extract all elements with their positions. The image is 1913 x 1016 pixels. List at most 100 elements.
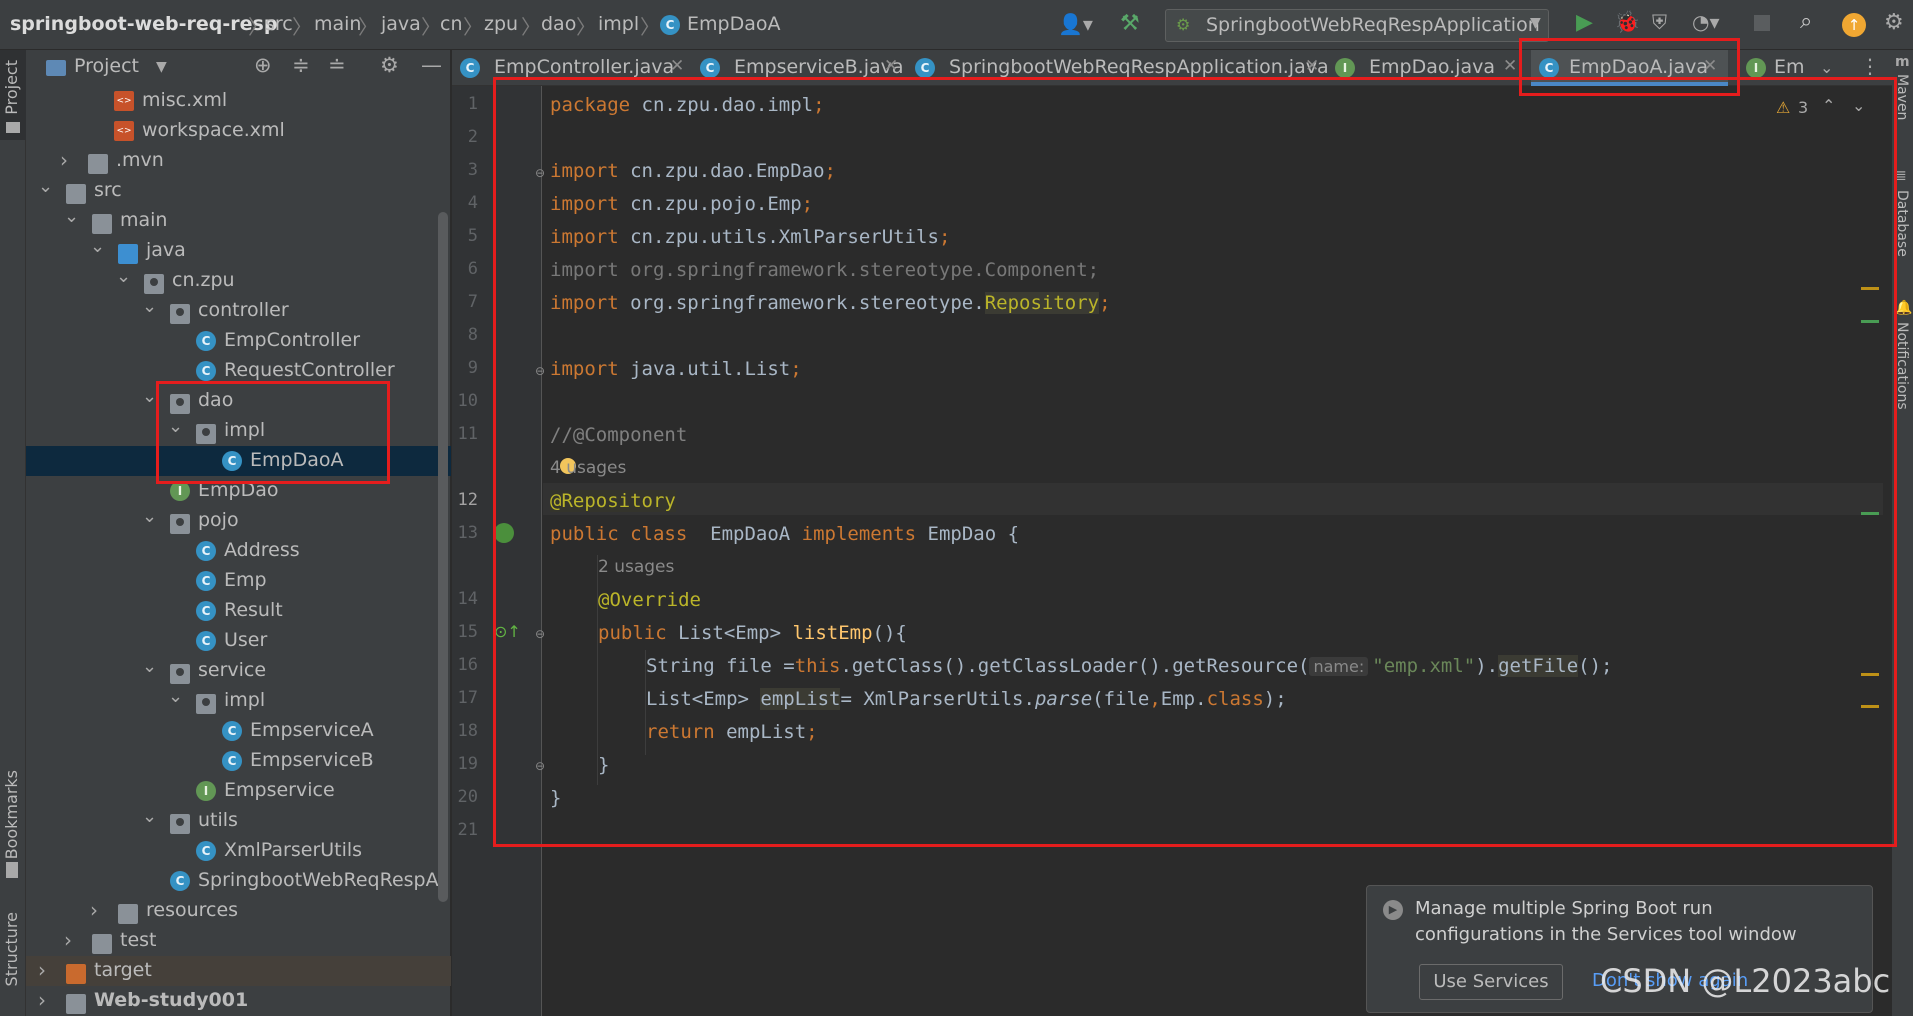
debug-icon[interactable]: 🐞 <box>1614 10 1640 35</box>
chevron-down-icon[interactable]: ⌄ <box>142 806 157 827</box>
profile-icon[interactable]: ◔▾ <box>1692 10 1720 34</box>
use-services-button[interactable]: Use Services <box>1419 964 1563 1000</box>
chevron-down-icon[interactable]: ▼ <box>156 59 167 75</box>
tree-item[interactable]: › target <box>26 956 451 986</box>
settings-gear-icon[interactable]: ⚙ <box>1884 10 1904 35</box>
close-icon[interactable]: ✕ <box>1503 56 1517 76</box>
tab-list-chevron-icon[interactable]: ⌄ <box>1820 58 1833 77</box>
tree-item[interactable]: C Emp <box>26 566 451 596</box>
tree-item[interactable]: ⌄ impl <box>26 686 451 716</box>
tree-item[interactable]: ⌄ service <box>26 656 451 686</box>
class-icon: C <box>196 331 216 351</box>
run-icon[interactable]: ▶ <box>1576 10 1593 35</box>
tree-item[interactable]: › test <box>26 926 451 956</box>
tree-item[interactable]: C EmpController <box>26 326 451 356</box>
hide-panel-icon[interactable]: — <box>421 53 442 77</box>
line-number: 3 <box>467 160 478 180</box>
tree-item[interactable]: › resources <box>26 896 451 926</box>
structure-tool-tab[interactable]: Structure <box>2 912 21 986</box>
package-icon <box>196 694 216 714</box>
project-tool-tab[interactable]: Project <box>0 50 26 140</box>
collapse-all-icon[interactable]: ≐ <box>328 53 346 77</box>
locate-target-icon[interactable]: ⊕ <box>254 53 272 77</box>
tree-item[interactable]: C XmlParserUtils <box>26 836 451 866</box>
line-number: 8 <box>467 325 478 345</box>
chevron-down-icon[interactable]: ⌄ <box>64 206 79 227</box>
chevron-right-icon[interactable]: › <box>38 988 46 1012</box>
breadcrumb-item[interactable]: impl <box>598 13 639 35</box>
line-number: 21 <box>457 820 478 840</box>
tree-item[interactable]: › .mvn <box>26 146 451 176</box>
tree-item[interactable]: › Web-study001 <box>26 986 451 1016</box>
tree-item[interactable]: ⌄ java <box>26 236 451 266</box>
chevron-right-icon[interactable]: › <box>38 958 46 982</box>
close-icon[interactable]: ✕ <box>670 56 684 76</box>
chevron-right-icon[interactable]: › <box>90 898 98 922</box>
breadcrumb-item[interactable]: main <box>314 13 361 35</box>
tree-item[interactable]: C SpringbootWebReqRespA <box>26 866 451 896</box>
tree-item[interactable]: ⌄ utils <box>26 806 451 836</box>
tree-item-label: RequestController <box>224 359 395 381</box>
tree-item-label: Address <box>224 539 300 561</box>
tree-item[interactable]: ⌄ src <box>26 176 451 206</box>
tree-item[interactable]: I Empservice <box>26 776 451 806</box>
breadcrumb-separator: 〉 <box>640 15 660 39</box>
tree-item[interactable]: <> misc.xml <box>26 86 451 116</box>
expand-all-icon[interactable]: ≑ <box>292 53 310 77</box>
search-icon[interactable]: ⌕ <box>1800 9 1812 34</box>
tree-item[interactable]: ⌄ cn.zpu <box>26 266 451 296</box>
build-hammer-icon[interactable]: ⚒ <box>1120 11 1140 36</box>
xml-file-icon: <> <box>114 121 134 141</box>
stop-icon[interactable] <box>1754 15 1770 31</box>
run-config-selector[interactable]: ⚙ SpringbootWebReqRespApplication ▼ <box>1165 9 1549 42</box>
chevron-down-icon[interactable]: ⌄ <box>168 686 183 707</box>
line-number: 1 <box>467 94 478 114</box>
chevron-down-icon[interactable]: ⌄ <box>90 236 105 257</box>
breadcrumb-project[interactable]: springboot-web-req-resp <box>10 13 277 35</box>
breadcrumb-item[interactable]: src <box>265 13 293 35</box>
breadcrumb-item[interactable]: java <box>381 13 421 35</box>
project-panel-header: Project ▼ ⊕ ≑ ≐ ⚙ — <box>26 50 451 86</box>
user-icon[interactable]: 👤▾ <box>1058 12 1093 36</box>
tree-item[interactable]: C User <box>26 626 451 656</box>
tree-item[interactable]: ⌄ main <box>26 206 451 236</box>
tree-item-label: misc.xml <box>142 89 228 111</box>
chevron-down-icon[interactable]: ⌄ <box>116 266 131 287</box>
chevron-down-icon[interactable]: ⌄ <box>38 176 53 197</box>
breadcrumb-item[interactable]: dao <box>541 13 576 35</box>
tree-item[interactable]: <> workspace.xml <box>26 116 451 146</box>
coverage-icon[interactable]: ⛨ <box>1652 10 1667 34</box>
tree-item[interactable]: C EmpserviceA <box>26 716 451 746</box>
tree-item-label: .mvn <box>116 149 164 171</box>
chevron-down-icon[interactable]: ⌄ <box>142 506 157 527</box>
project-view-selector[interactable]: Project <box>74 55 139 77</box>
tree-item[interactable]: ⌄ pojo <box>26 506 451 536</box>
breadcrumb-item[interactable]: cn <box>440 13 463 35</box>
chevron-down-icon[interactable]: ⌄ <box>142 296 157 317</box>
line-number: 19 <box>457 754 478 774</box>
tree-item-label: EmpserviceA <box>250 719 374 741</box>
more-options-icon[interactable]: ⋮ <box>1860 54 1880 78</box>
update-icon[interactable]: ↑ <box>1842 13 1866 37</box>
class-icon: C <box>196 571 216 591</box>
bookmarks-tool-tab[interactable]: Bookmarks <box>2 770 21 859</box>
tree-scrollbar[interactable] <box>438 212 448 902</box>
breadcrumb-separator: 〉 <box>521 15 541 39</box>
tree-item[interactable]: C Result <box>26 596 451 626</box>
close-icon[interactable]: ✕ <box>1305 56 1319 76</box>
tree-item[interactable]: ⌄ controller <box>26 296 451 326</box>
chevron-right-icon[interactable]: › <box>60 148 68 172</box>
breadcrumb-item[interactable]: zpu <box>484 13 518 35</box>
tree-item[interactable]: C EmpserviceB <box>26 746 451 776</box>
folder-icon <box>66 994 86 1014</box>
chevron-right-icon[interactable]: › <box>64 928 72 952</box>
breadcrumb-item[interactable]: EmpDaoA <box>687 13 780 35</box>
chevron-down-icon[interactable]: ⌄ <box>142 656 157 677</box>
folder-icon <box>66 964 86 984</box>
chevron-down-icon[interactable]: ⌄ <box>142 386 157 407</box>
close-icon[interactable]: ✕ <box>884 56 898 76</box>
gear-icon[interactable]: ⚙ <box>380 53 399 77</box>
tab-label: EmpDao.java <box>1369 56 1495 78</box>
chevron-down-icon: ▼ <box>1530 15 1541 31</box>
tree-item[interactable]: C Address <box>26 536 451 566</box>
